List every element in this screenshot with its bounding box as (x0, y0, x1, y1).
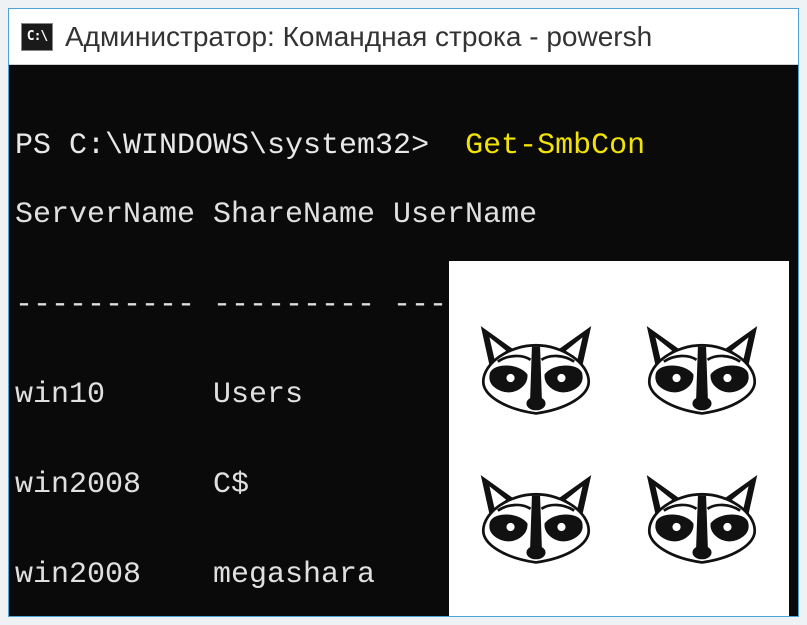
command-text: Get-SmbCon (465, 129, 645, 163)
raccoon-icon (461, 422, 611, 567)
raccoon-icon (627, 422, 777, 567)
cell-share: megashara (213, 553, 393, 598)
table-header-row: ServerNameShareNameUserName (15, 193, 792, 238)
cell-server: win10 (15, 373, 213, 418)
cell-server: win2008 (15, 553, 213, 598)
raccoon-icon (627, 273, 777, 418)
terminal-output[interactable]: PS C:\WINDOWS\system32> Get-SmbCon Serve… (9, 65, 798, 616)
raccoon-icon (461, 571, 611, 616)
overlay-image (449, 261, 789, 616)
raccoon-icon (461, 273, 611, 418)
cell-share: C$ (213, 463, 393, 508)
command-prompt-window: C:\ Администратор: Командная строка - po… (8, 8, 799, 617)
raccoon-icon (627, 571, 777, 616)
cell-server: win2008 (15, 463, 213, 508)
ps-prompt: PS C:\WINDOWS\system32> (15, 129, 429, 163)
header-username: UserName (393, 193, 555, 238)
command-prompt-icon: C:\ (21, 23, 53, 51)
window-title: Администратор: Командная строка - powers… (65, 21, 652, 53)
header-servername: ServerName (15, 193, 213, 238)
titlebar[interactable]: C:\ Администратор: Командная строка - po… (9, 9, 798, 65)
header-sharename: ShareName (213, 193, 393, 238)
cell-share: Users (213, 373, 393, 418)
